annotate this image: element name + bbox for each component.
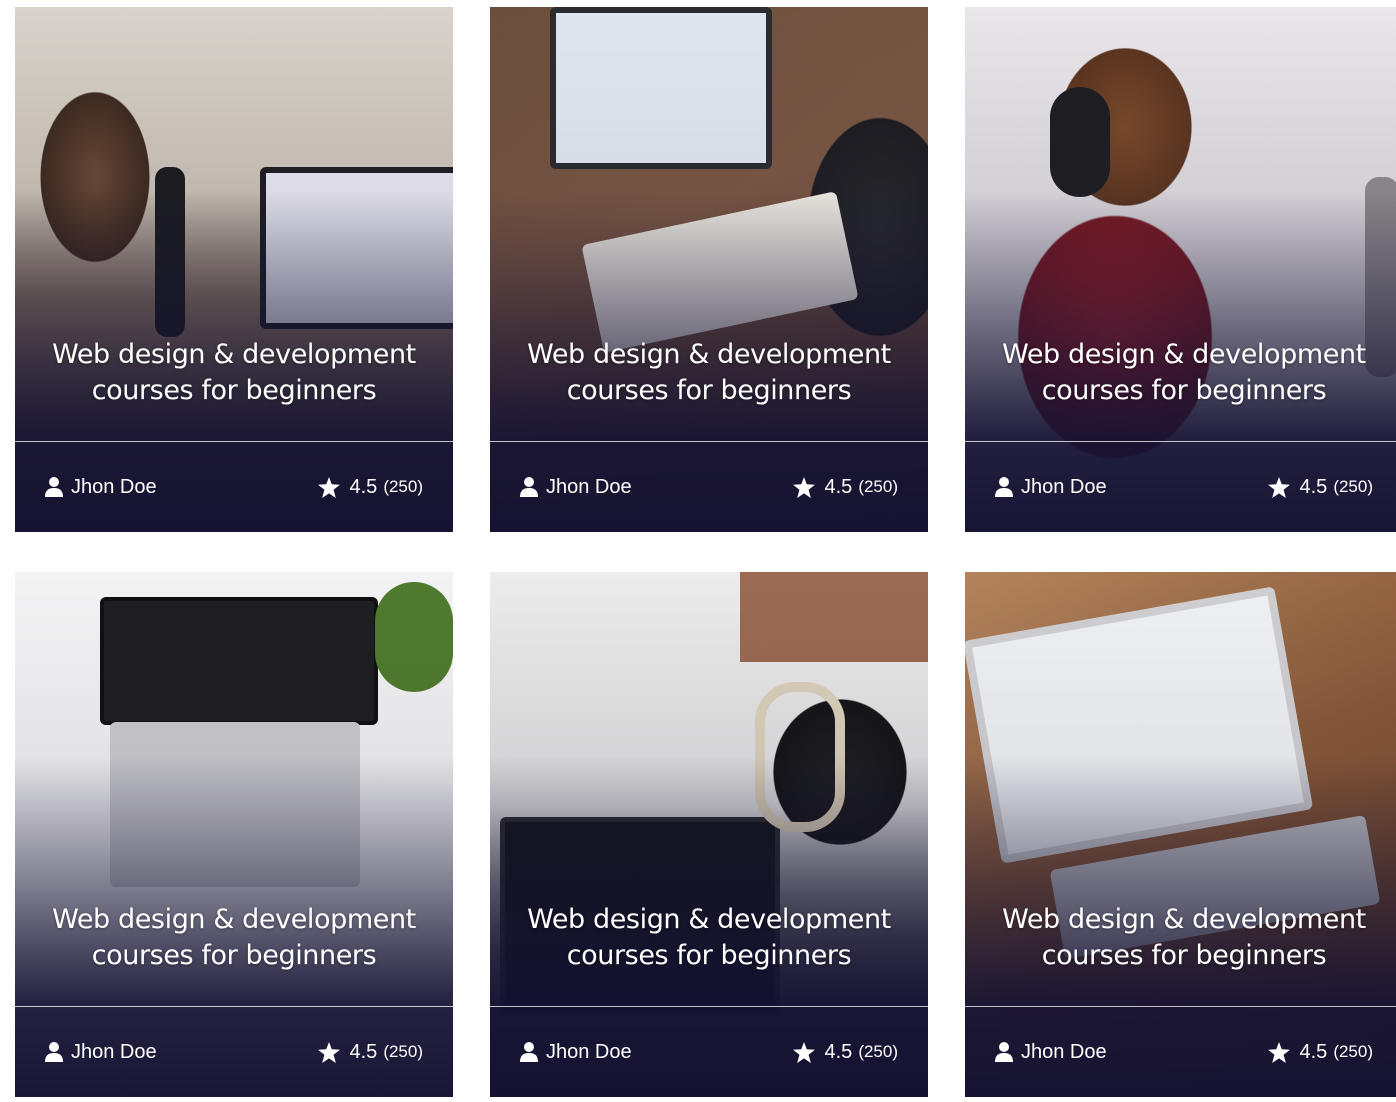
course-title-line1: Web design & development [1002, 904, 1366, 935]
rating-value: 4.5 [1299, 1040, 1328, 1063]
star-icon [317, 476, 340, 498]
rating-value: 4.5 [824, 1040, 853, 1063]
course-title-line1: Web design & development [52, 904, 416, 935]
course-card[interactable]: Web design & development courses for beg… [15, 572, 453, 1097]
course-title-line2: courses for beginners [566, 375, 852, 406]
rating: 4.5 (250) [1267, 1040, 1373, 1064]
user-icon [995, 477, 1013, 497]
review-count: (250) [383, 1042, 423, 1061]
author[interactable]: Jhon Doe [45, 476, 157, 499]
rating-value: 4.5 [349, 1040, 378, 1063]
author-name: Jhon Doe [546, 475, 632, 498]
review-count: (250) [1333, 1042, 1373, 1061]
rating: 4.5 (250) [1267, 475, 1373, 499]
course-title[interactable]: Web design & development courses for beg… [490, 337, 928, 409]
author-name: Jhon Doe [71, 475, 157, 498]
course-card[interactable]: Web design & development courses for beg… [965, 7, 1396, 532]
user-icon [520, 1042, 538, 1062]
author-name: Jhon Doe [1021, 475, 1107, 498]
course-title-line1: Web design & development [1002, 339, 1366, 370]
star-icon [792, 476, 815, 498]
user-icon [45, 1042, 63, 1062]
course-title-line1: Web design & development [527, 904, 891, 935]
course-card[interactable]: Web design & development courses for beg… [490, 7, 928, 532]
card-footer: Jhon Doe 4.5 (250) [490, 1007, 928, 1097]
course-grid: Web design & development courses for beg… [15, 7, 1396, 1097]
user-icon [520, 477, 538, 497]
star-icon [1267, 476, 1290, 498]
course-title[interactable]: Web design & development courses for beg… [965, 902, 1396, 974]
course-title-line2: courses for beginners [1041, 375, 1327, 406]
author[interactable]: Jhon Doe [995, 476, 1107, 499]
course-title-line2: courses for beginners [91, 940, 377, 971]
course-card[interactable]: Web design & development courses for beg… [15, 7, 453, 532]
course-title[interactable]: Web design & development courses for beg… [15, 902, 453, 974]
star-icon [792, 1041, 815, 1063]
review-count: (250) [383, 477, 423, 496]
course-title-line1: Web design & development [52, 339, 416, 370]
rating: 4.5 (250) [792, 475, 898, 499]
author-name: Jhon Doe [1021, 1040, 1107, 1063]
author[interactable]: Jhon Doe [520, 476, 632, 499]
rating-value: 4.5 [349, 475, 378, 498]
course-card[interactable]: Web design & development courses for beg… [965, 572, 1396, 1097]
author-name: Jhon Doe [546, 1040, 632, 1063]
review-count: (250) [1333, 477, 1373, 496]
rating: 4.5 (250) [317, 475, 423, 499]
rating-value: 4.5 [824, 475, 853, 498]
card-footer: Jhon Doe 4.5 (250) [15, 1007, 453, 1097]
course-title-line2: courses for beginners [1041, 940, 1327, 971]
card-footer: Jhon Doe 4.5 (250) [965, 1007, 1396, 1097]
review-count: (250) [858, 477, 898, 496]
card-footer: Jhon Doe 4.5 (250) [15, 442, 453, 532]
course-title-line1: Web design & development [527, 339, 891, 370]
review-count: (250) [858, 1042, 898, 1061]
author[interactable]: Jhon Doe [995, 1041, 1107, 1064]
course-title-line2: courses for beginners [91, 375, 377, 406]
star-icon [1267, 1041, 1290, 1063]
course-title-line2: courses for beginners [566, 940, 852, 971]
course-title[interactable]: Web design & development courses for beg… [15, 337, 453, 409]
user-icon [45, 477, 63, 497]
star-icon [317, 1041, 340, 1063]
course-title[interactable]: Web design & development courses for beg… [965, 337, 1396, 409]
author[interactable]: Jhon Doe [520, 1041, 632, 1064]
author-name: Jhon Doe [71, 1040, 157, 1063]
author[interactable]: Jhon Doe [45, 1041, 157, 1064]
course-card[interactable]: Web design & development courses for beg… [490, 572, 928, 1097]
card-footer: Jhon Doe 4.5 (250) [965, 442, 1396, 532]
card-footer: Jhon Doe 4.5 (250) [490, 442, 928, 532]
rating: 4.5 (250) [792, 1040, 898, 1064]
user-icon [995, 1042, 1013, 1062]
rating: 4.5 (250) [317, 1040, 423, 1064]
rating-value: 4.5 [1299, 475, 1328, 498]
course-title[interactable]: Web design & development courses for beg… [490, 902, 928, 974]
